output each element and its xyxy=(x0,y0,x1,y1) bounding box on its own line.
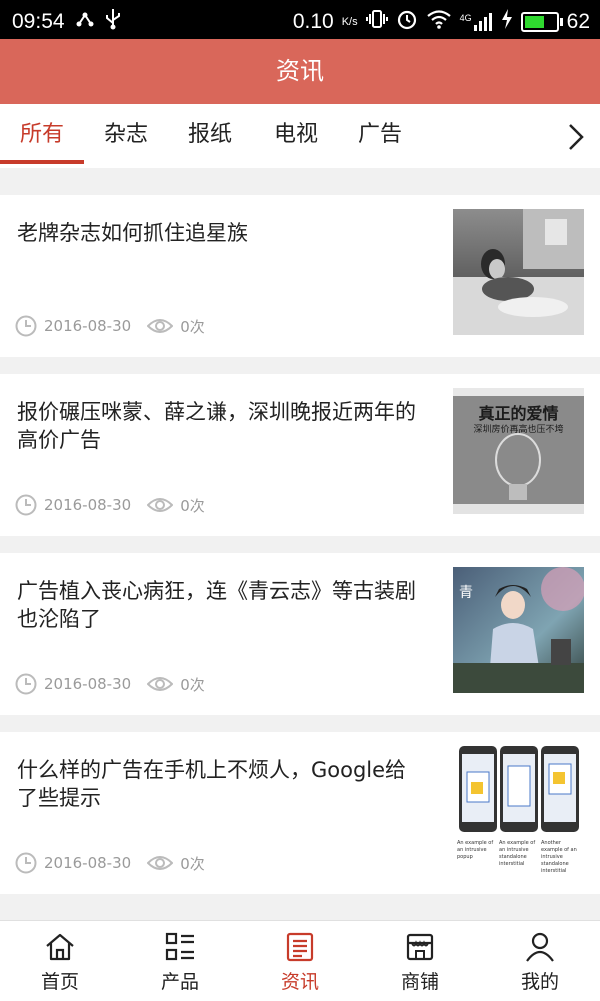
tab-ads[interactable]: 广告 xyxy=(342,104,418,168)
article-date: 2016-08-30 xyxy=(44,317,132,335)
status-bar: 09:54 0.10 K/s 4G 62 xyxy=(0,0,600,39)
clock-time: 09:54 xyxy=(12,10,65,33)
article-item[interactable]: 广告植入丧心病狂，连《青云志》等古装剧也沦陷了 2016-08-30 0次 青 xyxy=(0,553,600,715)
category-tabs: 所有 杂志 报纸 电视 广告 xyxy=(0,104,600,168)
article-views: 0次 xyxy=(180,496,205,515)
tab-active-indicator xyxy=(0,160,84,164)
article-thumbnail: 青 xyxy=(453,567,584,693)
network-speed: 0.10 xyxy=(292,10,334,33)
article-meta: 2016-08-30 0次 xyxy=(15,852,205,874)
article-meta: 2016-08-30 0次 xyxy=(15,494,205,516)
article-item[interactable]: 老牌杂志如何抓住追星族 2016-08-30 0次 xyxy=(0,195,600,357)
nav-shop[interactable]: 商铺 xyxy=(360,921,480,1001)
article-title: 报价碾压咪蒙、薛之谦，深圳晚报近两年的高价广告 xyxy=(17,400,416,452)
user-icon xyxy=(526,932,554,962)
article-meta: 2016-08-30 0次 xyxy=(15,673,205,695)
thumbnail-caption: Another example of an intrusive standalo… xyxy=(541,840,577,874)
nav-news[interactable]: 资讯 xyxy=(240,921,360,1001)
nav-label: 我的 xyxy=(520,971,559,993)
signal-icon: 4G xyxy=(460,13,493,31)
thumbnail-caption: An example of an intrusive standalone in… xyxy=(499,840,536,867)
thumbnail-subline: 深圳房价再高也压不垮 xyxy=(473,425,564,435)
page-title: 资讯 xyxy=(276,57,324,85)
home-icon xyxy=(46,933,74,961)
news-icon xyxy=(286,932,314,962)
thumbnail-caption: An example of an intrusive popup xyxy=(457,840,494,860)
article-item[interactable]: 什么样的广告在手机上不烦人，Google给了些提示 2016-08-30 0次 … xyxy=(0,732,600,894)
article-date: 2016-08-30 xyxy=(44,854,132,872)
tabs-more-chevron-right-icon[interactable] xyxy=(562,122,588,152)
article-thumbnail: An example of an intrusive popup An exam… xyxy=(453,742,584,888)
eye-icon xyxy=(147,319,174,333)
nav-label: 首页 xyxy=(40,971,79,993)
eye-icon xyxy=(147,856,174,870)
usb-icon xyxy=(105,8,121,36)
nav-label: 资讯 xyxy=(280,971,319,993)
article-item[interactable]: 报价碾压咪蒙、薛之谦，深圳晚报近两年的高价广告 2016-08-30 0次 真正… xyxy=(0,374,600,536)
article-meta: 2016-08-30 0次 xyxy=(15,315,205,337)
network-speed-unit: K/s xyxy=(341,16,358,28)
wifi-icon xyxy=(426,9,452,35)
nav-home[interactable]: 首页 xyxy=(0,921,120,1001)
clock-icon xyxy=(15,315,37,337)
vibrate-icon xyxy=(365,9,388,35)
article-date: 2016-08-30 xyxy=(44,675,132,693)
battery-percent: 62 xyxy=(566,10,590,33)
battery-icon xyxy=(520,12,563,32)
thumbnail-headline: 真正的爱情 xyxy=(478,404,559,423)
nav-me[interactable]: 我的 xyxy=(480,921,600,1001)
article-views: 0次 xyxy=(180,854,205,873)
nav-label: 产品 xyxy=(160,971,199,993)
tab-all[interactable]: 所有 xyxy=(4,104,80,168)
tab-magazine[interactable]: 杂志 xyxy=(88,104,164,168)
nav-products[interactable]: 产品 xyxy=(120,921,240,1001)
article-thumbnail xyxy=(453,209,584,335)
charging-icon xyxy=(501,9,513,35)
article-title: 广告植入丧心病狂，连《青云志》等古装剧也沦陷了 xyxy=(17,579,416,631)
bottom-navigation: 首页 产品 资讯 商铺 我的 xyxy=(0,920,600,1001)
products-grid-icon xyxy=(165,932,194,961)
clock-icon xyxy=(15,852,37,874)
alarm-icon xyxy=(396,8,418,36)
article-thumbnail: 真正的爱情 深圳房价再高也压不垮 xyxy=(453,388,584,514)
nav-label: 商铺 xyxy=(400,971,439,993)
article-title: 老牌杂志如何抓住追星族 xyxy=(17,221,248,245)
tab-tv[interactable]: 电视 xyxy=(258,104,334,168)
eye-icon xyxy=(147,498,174,512)
clock-icon xyxy=(15,673,37,695)
article-views: 0次 xyxy=(180,675,205,694)
tab-newspaper[interactable]: 报纸 xyxy=(172,104,248,168)
shop-icon xyxy=(406,933,434,961)
clock-icon xyxy=(15,494,37,516)
page-header: 资讯 xyxy=(0,39,600,104)
article-date: 2016-08-30 xyxy=(44,496,132,514)
svg-text:青: 青 xyxy=(459,585,473,601)
usb-share-icon xyxy=(75,9,95,35)
eye-icon xyxy=(147,677,174,691)
article-views: 0次 xyxy=(180,317,205,336)
article-title: 什么样的广告在手机上不烦人，Google给了些提示 xyxy=(17,758,407,810)
